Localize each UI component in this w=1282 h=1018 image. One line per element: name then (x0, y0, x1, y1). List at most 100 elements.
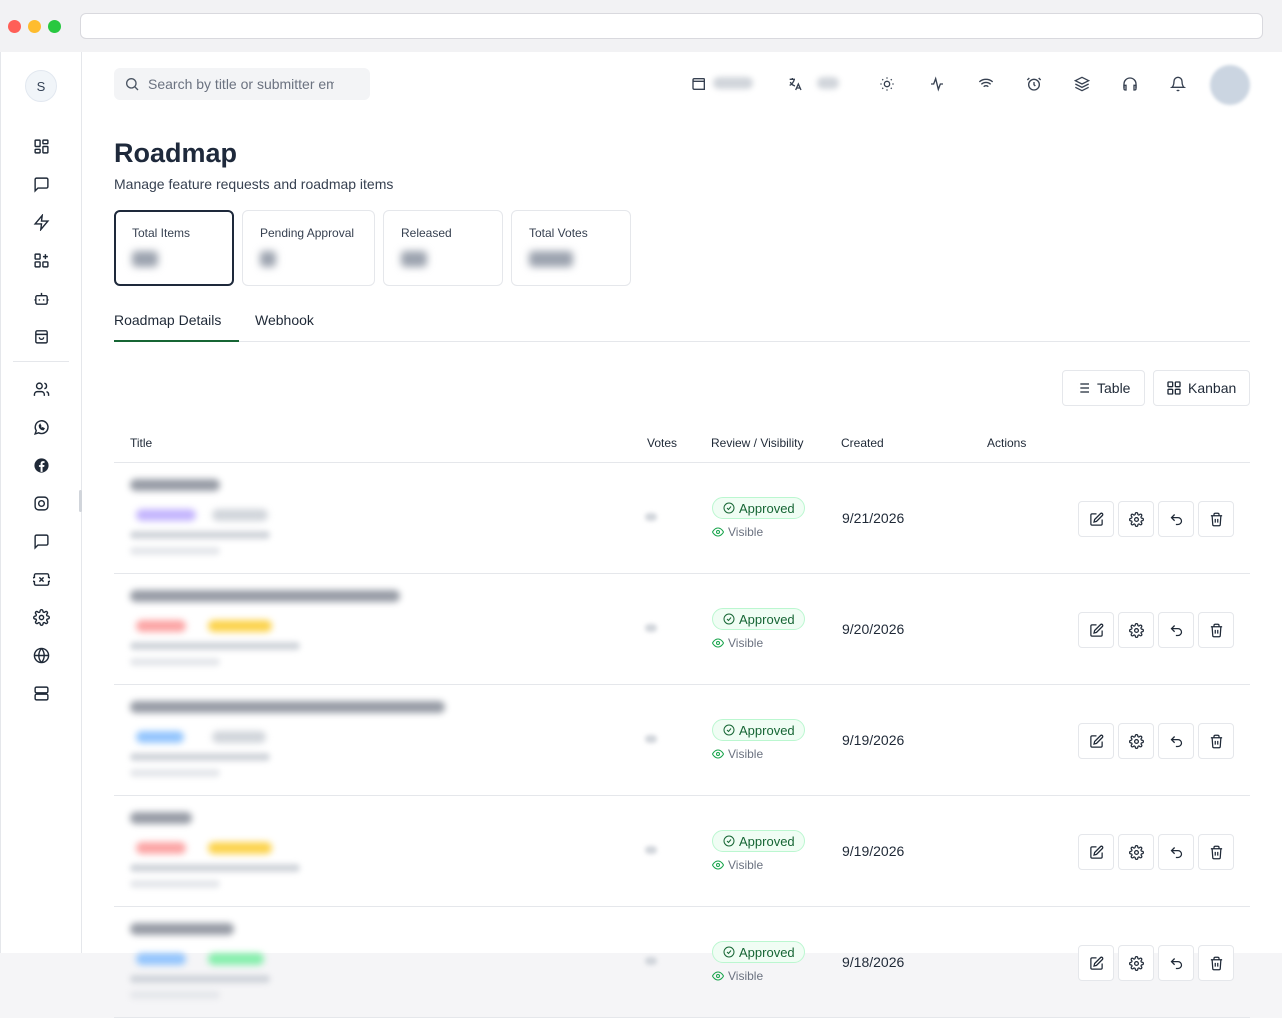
status-badge: Approved (712, 941, 805, 963)
edit-icon (1089, 734, 1104, 749)
alarm-icon[interactable] (1024, 74, 1044, 94)
edit-button[interactable] (1078, 723, 1114, 759)
delete-button[interactable] (1198, 612, 1234, 648)
tag-redacted (208, 842, 272, 854)
translate-icon[interactable] (785, 74, 805, 94)
settings-icon[interactable] (31, 607, 51, 627)
tag-redacted (136, 620, 186, 632)
address-bar[interactable] (80, 13, 1263, 39)
edit-button[interactable] (1078, 945, 1114, 981)
settings-button[interactable] (1118, 501, 1154, 537)
table-row[interactable]: Approved Visible 9/19/2026 (114, 685, 1250, 796)
stat-value-redacted (401, 251, 427, 267)
row-title-redacted[interactable] (130, 701, 445, 713)
page-title: Roadmap (114, 138, 238, 168)
delete-button[interactable] (1198, 501, 1234, 537)
bot-icon[interactable] (31, 288, 51, 308)
undo-icon (1169, 734, 1184, 749)
stat-card-total-items[interactable]: Total Items (114, 210, 234, 286)
column-votes[interactable]: Votes (647, 436, 677, 450)
tab-roadmap-details[interactable]: Roadmap Details (114, 312, 239, 342)
settings-button[interactable] (1118, 723, 1154, 759)
row-submitter-redacted (130, 769, 220, 777)
delete-button[interactable] (1198, 834, 1234, 870)
instagram-icon[interactable] (31, 493, 51, 513)
kanban-view-button[interactable]: Kanban (1153, 370, 1250, 406)
dashboard-icon[interactable] (31, 136, 51, 156)
chat-icon[interactable] (31, 531, 51, 551)
edit-icon (1089, 845, 1104, 860)
edit-button[interactable] (1078, 501, 1114, 537)
edit-button[interactable] (1078, 834, 1114, 870)
table-view-button[interactable]: Table (1062, 370, 1145, 406)
widgets-icon[interactable] (31, 250, 51, 270)
created-date: 9/20/2026 (842, 621, 905, 637)
globe-icon[interactable] (31, 645, 51, 665)
edit-button[interactable] (1078, 612, 1114, 648)
wallet-balance-redacted (713, 77, 753, 89)
sun-icon[interactable] (877, 74, 897, 94)
revert-button[interactable] (1158, 834, 1194, 870)
search-box[interactable] (114, 68, 370, 100)
trash-icon (1209, 623, 1224, 638)
window-minimize-button[interactable] (28, 20, 41, 33)
table-row[interactable]: Approved Visible 9/18/2026 (114, 907, 1250, 1018)
settings-button[interactable] (1118, 834, 1154, 870)
delete-button[interactable] (1198, 945, 1234, 981)
status-badge: Approved (712, 830, 805, 852)
undo-icon (1169, 956, 1184, 971)
column-created[interactable]: Created (841, 436, 884, 450)
table-row[interactable]: Approved Visible 9/19/2026 (114, 796, 1250, 907)
eye-icon (712, 748, 728, 760)
stat-card-pending-approval[interactable]: Pending Approval (242, 210, 375, 286)
ticket-icon[interactable] (31, 569, 51, 589)
bell-icon[interactable] (1168, 74, 1188, 94)
eye-icon (712, 970, 728, 982)
message-square-icon[interactable] (31, 174, 51, 194)
vote-count-redacted (645, 735, 657, 743)
whatsapp-icon[interactable] (31, 417, 51, 437)
search-input[interactable] (148, 76, 334, 92)
stat-card-released[interactable]: Released (383, 210, 503, 286)
tab-webhook[interactable]: Webhook (255, 312, 314, 340)
row-title-redacted[interactable] (130, 590, 400, 602)
zap-icon[interactable] (31, 212, 51, 232)
settings-button[interactable] (1118, 945, 1154, 981)
column-review-visibility[interactable]: Review / Visibility (711, 436, 803, 450)
visibility-label: Visible (728, 858, 764, 872)
row-meta-redacted (130, 531, 270, 539)
tag-redacted (212, 731, 266, 743)
wifi-icon[interactable] (976, 74, 996, 94)
activity-icon[interactable] (927, 74, 947, 94)
column-title[interactable]: Title (130, 436, 152, 450)
row-title-redacted[interactable] (130, 923, 234, 935)
tag-redacted (208, 953, 264, 965)
sidebar-scrollbar[interactable] (79, 490, 82, 512)
vote-count-redacted (645, 957, 657, 965)
status-label: Approved (739, 833, 795, 849)
window-maximize-button[interactable] (48, 20, 61, 33)
facebook-icon[interactable] (31, 455, 51, 475)
stat-card-total-votes[interactable]: Total Votes (511, 210, 631, 286)
row-meta-redacted (130, 975, 270, 983)
wallet-icon[interactable] (689, 74, 709, 94)
delete-button[interactable] (1198, 723, 1234, 759)
revert-button[interactable] (1158, 945, 1194, 981)
server-icon[interactable] (31, 683, 51, 703)
shopping-bag-icon[interactable] (31, 326, 51, 346)
window-close-button[interactable] (8, 20, 21, 33)
row-title-redacted[interactable] (130, 812, 192, 824)
stat-label: Pending Approval (260, 226, 355, 240)
table-row[interactable]: Approved Visible 9/21/2026 (114, 463, 1250, 574)
users-icon[interactable] (31, 379, 51, 399)
revert-button[interactable] (1158, 723, 1194, 759)
table-row[interactable]: Approved Visible 9/20/2026 (114, 574, 1250, 685)
workspace-avatar[interactable]: S (25, 70, 57, 102)
layers-icon[interactable] (1072, 74, 1092, 94)
row-title-redacted[interactable] (130, 479, 220, 491)
user-avatar[interactable] (1210, 65, 1250, 105)
settings-button[interactable] (1118, 612, 1154, 648)
revert-button[interactable] (1158, 501, 1194, 537)
revert-button[interactable] (1158, 612, 1194, 648)
headphones-icon[interactable] (1120, 74, 1140, 94)
